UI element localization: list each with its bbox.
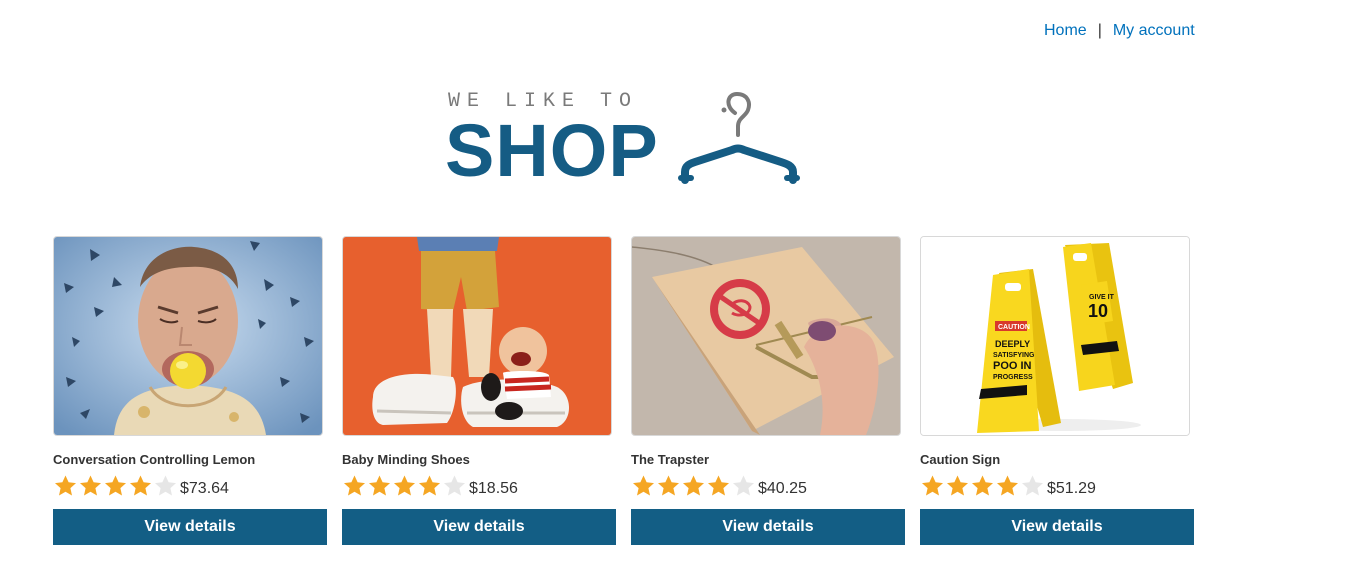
star-filled-icon [344,475,365,496]
star-rating [920,474,1045,498]
product-rating-row: $18.56 [342,472,616,500]
product-price: $18.56 [469,480,518,497]
svg-text:PROGRESS: PROGRESS [993,374,1033,381]
product-grid: Conversation Controlling Lemon $73.64 Vi… [53,236,1194,545]
view-details-button[interactable]: View details [342,509,616,545]
view-details-button[interactable]: View details [920,509,1194,545]
star-filled-icon [394,475,415,496]
product-image-lemon[interactable] [53,236,323,436]
svg-text:10: 10 [1088,301,1108,321]
svg-text:GIVE IT: GIVE IT [1089,294,1115,301]
star-filled-icon [419,475,440,496]
star-filled-icon [658,475,679,496]
star-filled-icon [683,475,704,496]
star-filled-icon [55,475,76,496]
star-rating [631,474,756,498]
product-rating-row: $73.64 [53,472,327,500]
product-card: The Trapster $40.25 View details [631,236,905,545]
nav-separator: | [1097,22,1102,39]
my-account-link[interactable]: My account [1113,22,1195,40]
svg-text:DEEPLY: DEEPLY [995,339,1030,349]
product-image-trapster[interactable] [631,236,901,436]
product-price: $51.29 [1047,480,1096,497]
star-filled-icon [947,475,968,496]
product-name[interactable]: Caution Sign [920,452,1194,468]
logo-word: SHOP [445,109,659,192]
product-rating-row: $51.29 [920,472,1194,500]
hanger-icon [678,91,800,184]
star-empty-icon [444,475,465,496]
product-card: GIVE IT 10 CAUTION DEEPLY SATISFYING POO… [920,236,1194,545]
star-rating [342,474,467,498]
site-logo[interactable]: WE LIKE TO SHOP [445,88,805,188]
star-rating [53,474,178,498]
star-filled-icon [972,475,993,496]
product-card: Conversation Controlling Lemon $73.64 Vi… [53,236,327,545]
star-filled-icon [922,475,943,496]
product-name[interactable]: Baby Minding Shoes [342,452,616,468]
top-nav: Home | My account [1044,20,1195,42]
star-filled-icon [708,475,729,496]
star-empty-icon [733,475,754,496]
star-filled-icon [80,475,101,496]
star-filled-icon [105,475,126,496]
star-filled-icon [130,475,151,496]
star-empty-icon [1022,475,1043,496]
star-filled-icon [633,475,654,496]
product-rating-row: $40.25 [631,472,905,500]
star-filled-icon [369,475,390,496]
svg-text:POO IN: POO IN [993,360,1032,372]
product-price: $73.64 [180,480,229,497]
home-link[interactable]: Home [1044,22,1087,40]
view-details-button[interactable]: View details [53,509,327,545]
view-details-button[interactable]: View details [631,509,905,545]
product-price: $40.25 [758,480,807,497]
star-filled-icon [997,475,1018,496]
product-image-caution-sign[interactable]: GIVE IT 10 CAUTION DEEPLY SATISFYING POO… [920,236,1190,436]
product-card: Baby Minding Shoes $18.56 View details [342,236,616,545]
star-empty-icon [155,475,176,496]
product-name[interactable]: Conversation Controlling Lemon [53,452,327,468]
product-name[interactable]: The Trapster [631,452,905,468]
svg-text:SATISFYING: SATISFYING [993,352,1035,359]
shop-page: Home | My account WE LIKE TO SHOP Conver… [0,0,1355,574]
product-image-baby-shoes[interactable] [342,236,612,436]
svg-text:CAUTION: CAUTION [998,324,1030,331]
